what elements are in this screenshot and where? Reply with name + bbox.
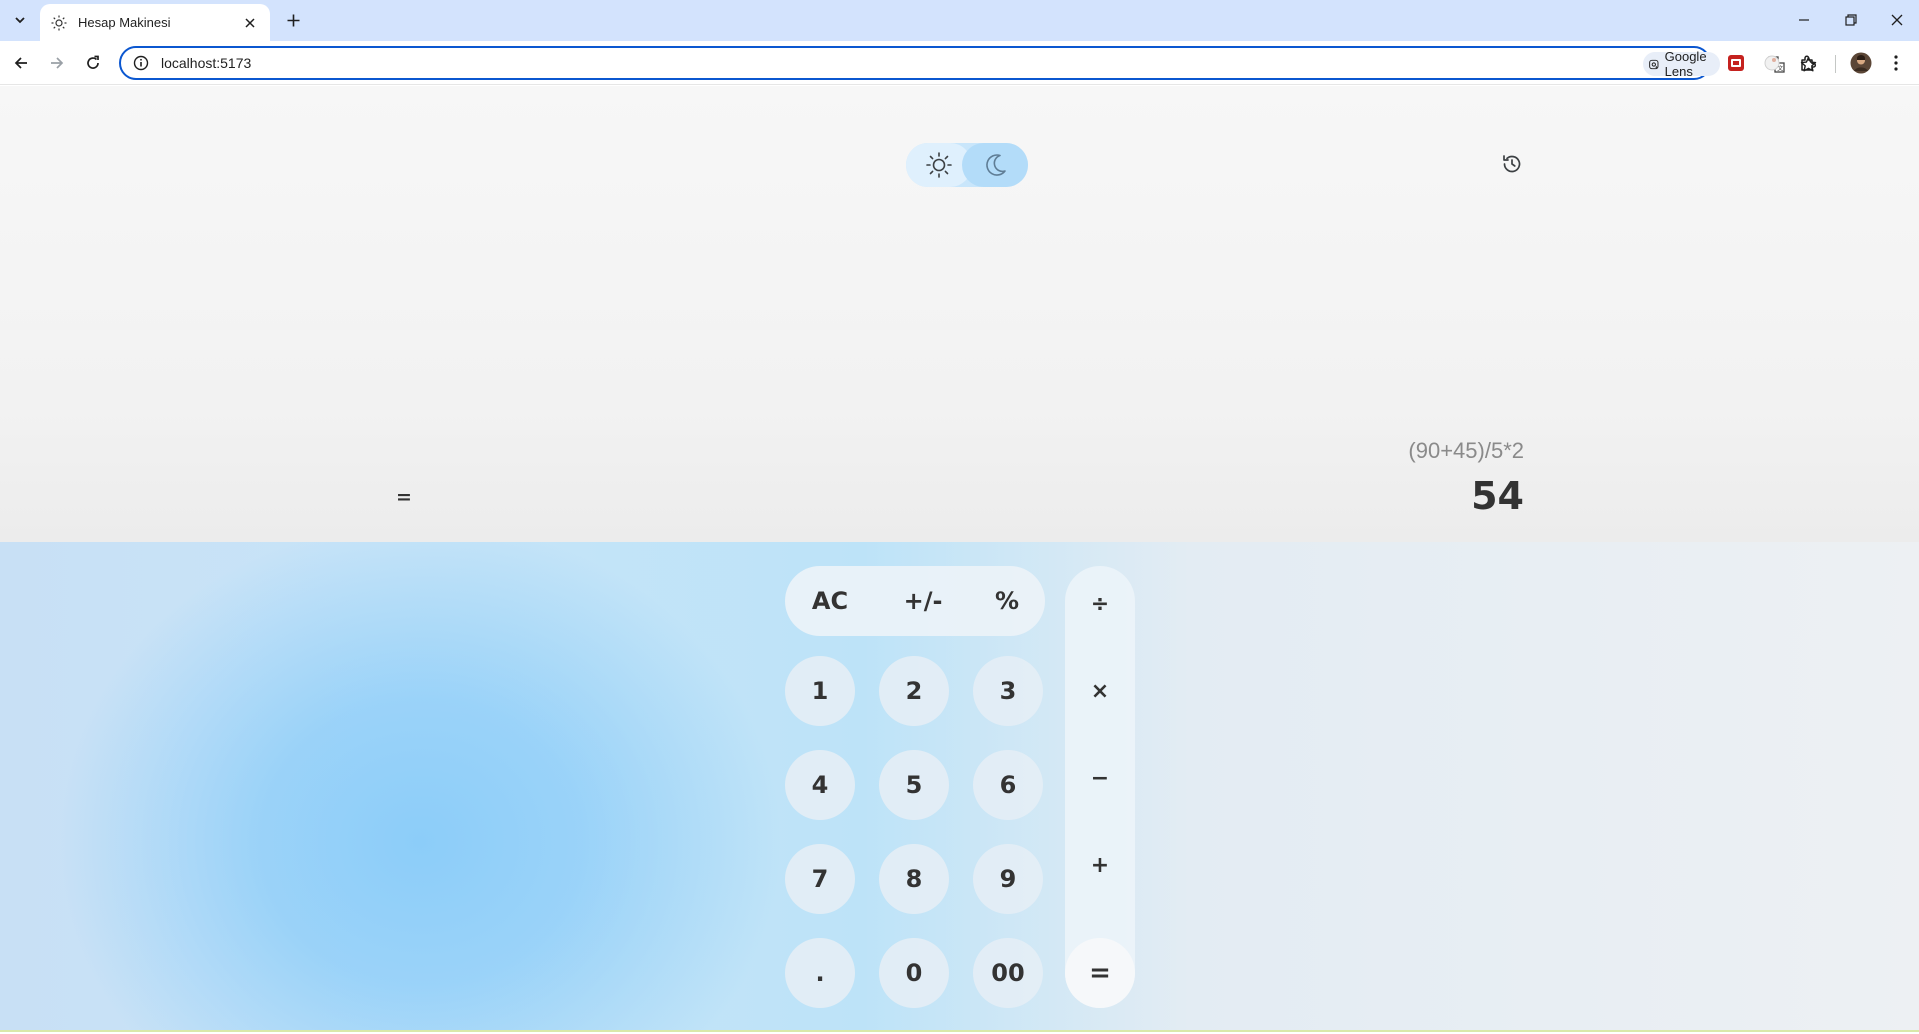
- browser-tab[interactable]: Hesap Makinesi: [40, 4, 270, 41]
- clear-button[interactable]: AC: [788, 566, 872, 636]
- toggle-sign-button[interactable]: +/-: [881, 566, 965, 636]
- dark-theme-button[interactable]: [962, 143, 1028, 187]
- digit-7-button[interactable]: 7: [785, 844, 855, 914]
- browser-titlebar: Hesap Makinesi: [0, 0, 1919, 41]
- google-lens-button[interactable]: Google Lens: [1643, 49, 1720, 79]
- site-info-icon[interactable]: [133, 55, 149, 71]
- sun-icon: [926, 152, 952, 178]
- restore-button[interactable]: [1838, 8, 1864, 32]
- lens-icon: [1649, 59, 1659, 69]
- result-display: 54: [1471, 474, 1524, 518]
- close-window-button[interactable]: [1884, 8, 1910, 32]
- subtract-button[interactable]: −: [1065, 747, 1135, 809]
- tab-close-icon[interactable]: [240, 13, 260, 33]
- digit-1-button[interactable]: 1: [785, 656, 855, 726]
- profile-avatar[interactable]: [1849, 51, 1873, 75]
- double-zero-button[interactable]: 00: [973, 938, 1043, 1008]
- digit-2-button[interactable]: 2: [879, 656, 949, 726]
- tab-title: Hesap Makinesi: [78, 15, 171, 30]
- moon-icon: [986, 154, 1006, 176]
- puzzle-icon: [1801, 55, 1817, 71]
- close-icon: [1891, 14, 1903, 26]
- multiply-button[interactable]: ×: [1065, 660, 1135, 722]
- url-text: localhost:5173: [161, 55, 252, 71]
- digit-4-button[interactable]: 4: [785, 750, 855, 820]
- decimal-point-button[interactable]: .: [785, 938, 855, 1008]
- chevron-down-icon: [15, 17, 25, 24]
- calculator-display: (90+45)/5*2 54 =: [0, 86, 1919, 542]
- minimize-icon: [1799, 19, 1809, 21]
- divide-button[interactable]: ÷: [1065, 573, 1135, 635]
- page-bottom-border: [0, 1030, 1919, 1032]
- digit-8-button[interactable]: 8: [879, 844, 949, 914]
- percent-button[interactable]: %: [965, 566, 1049, 636]
- arrow-left-icon: [14, 57, 27, 69]
- new-tab-button[interactable]: [282, 9, 304, 31]
- toolbar-separator: [1835, 55, 1836, 73]
- digit-9-button[interactable]: 9: [973, 844, 1043, 914]
- digit-0-button[interactable]: 0: [879, 938, 949, 1008]
- theme-toggle[interactable]: [906, 143, 1028, 187]
- expression-display: (90+45)/5*2: [1408, 438, 1524, 463]
- calculator-page: (90+45)/5*2 54 = AC +/- % ÷ × − + = 1 2 …: [0, 86, 1919, 1032]
- restore-icon: [1845, 14, 1857, 26]
- browser-toolbar: localhost:5173 Google Lens G文: [0, 41, 1919, 85]
- forward-button[interactable]: [45, 51, 69, 75]
- reload-icon: [87, 55, 99, 69]
- google-lens-label: Google Lens: [1664, 49, 1707, 79]
- back-button[interactable]: [9, 51, 33, 75]
- plus-icon: [287, 14, 299, 26]
- extensions-button[interactable]: [1796, 51, 1820, 75]
- equals-indicator: =: [396, 486, 412, 508]
- extension-red-icon[interactable]: [1724, 51, 1748, 75]
- equals-button[interactable]: =: [1065, 938, 1135, 1008]
- browser-menu-button[interactable]: [1884, 51, 1908, 75]
- arrow-right-icon: [51, 57, 64, 69]
- reload-button[interactable]: [81, 51, 105, 75]
- minimize-button[interactable]: [1791, 8, 1817, 32]
- digit-3-button[interactable]: 3: [973, 656, 1043, 726]
- digit-6-button[interactable]: 6: [973, 750, 1043, 820]
- history-icon: [1503, 155, 1521, 173]
- address-bar[interactable]: localhost:5173 Google Lens G文: [119, 46, 1816, 80]
- more-vertical-icon: [1894, 55, 1898, 71]
- sun-favicon-icon: [50, 14, 68, 32]
- history-button[interactable]: [1499, 151, 1525, 177]
- avatar-icon: [1850, 52, 1872, 74]
- tab-search-button[interactable]: [8, 9, 32, 31]
- extension-circle-icon[interactable]: [1760, 51, 1784, 75]
- digit-5-button[interactable]: 5: [879, 750, 949, 820]
- add-button[interactable]: +: [1065, 834, 1135, 896]
